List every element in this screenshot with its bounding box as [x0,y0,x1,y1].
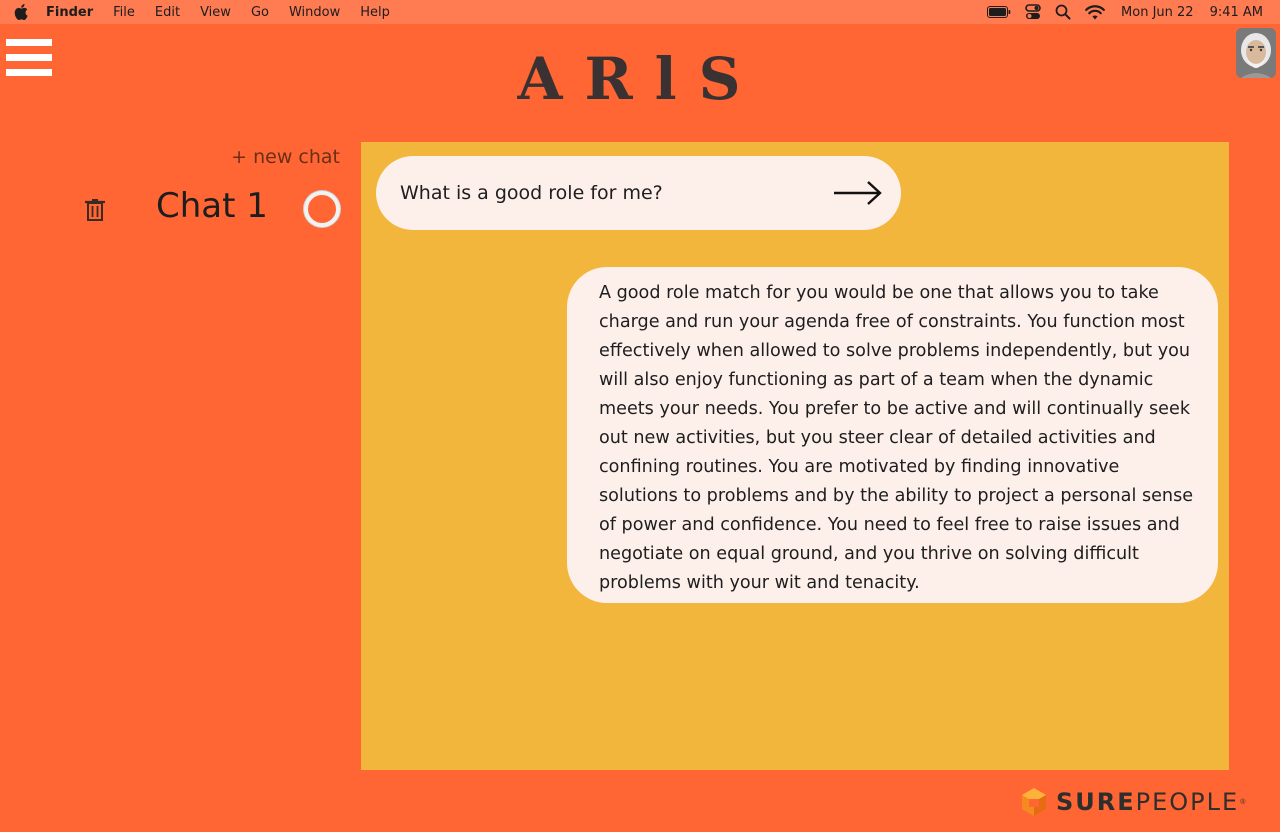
user-avatar[interactable] [1236,28,1276,78]
menu-view[interactable]: View [200,5,231,20]
menu-bar-left: Finder File Edit View Go Window Help [0,0,410,24]
battery-icon[interactable] [987,6,1011,18]
menu-file[interactable]: File [113,5,135,20]
menu-bar: Finder File Edit View Go Window Help Mon… [0,0,1280,24]
menu-help[interactable]: Help [360,5,390,20]
menu-app-name[interactable]: Finder [46,5,93,20]
surepeople-logo: SURE PEOPLE ® [1020,786,1245,818]
active-chat-indicator [304,191,340,227]
menu-window[interactable]: Window [289,5,340,20]
question-text[interactable]: What is a good role for me? [400,182,663,204]
new-chat-button[interactable]: + new chat [231,146,340,168]
spotlight-search-icon[interactable] [1055,4,1071,20]
menu-time[interactable]: 9:41 AM [1210,5,1263,20]
answer-bubble: A good role match for you would be one t… [567,267,1218,603]
trash-icon[interactable] [84,198,106,222]
menu-go[interactable]: Go [251,5,269,20]
apple-logo-icon[interactable] [14,4,28,20]
logo-text-bold: SURE [1056,788,1136,816]
menu-edit[interactable]: Edit [155,5,180,20]
chat-panel: What is a good role for me? A good role … [361,142,1229,770]
registered-mark-icon: ® [1240,798,1246,806]
question-input-bubble[interactable]: What is a good role for me? [376,156,901,230]
menu-bar-right: Mon Jun 22 9:41 AM [973,0,1263,24]
menu-date[interactable]: Mon Jun 22 [1121,5,1194,20]
surepeople-logo-icon [1022,788,1046,816]
arrow-right-icon[interactable] [832,178,884,208]
control-center-icon[interactable] [1025,4,1041,20]
logo-text-light: PEOPLE [1135,788,1240,816]
answer-text: A good role match for you would be one t… [599,283,1194,593]
chat-name[interactable]: Chat 1 [156,186,268,226]
app-title: ARlS [517,45,763,113]
wifi-icon[interactable] [1085,4,1105,20]
chat-list-item[interactable]: Chat 1 [80,186,342,232]
